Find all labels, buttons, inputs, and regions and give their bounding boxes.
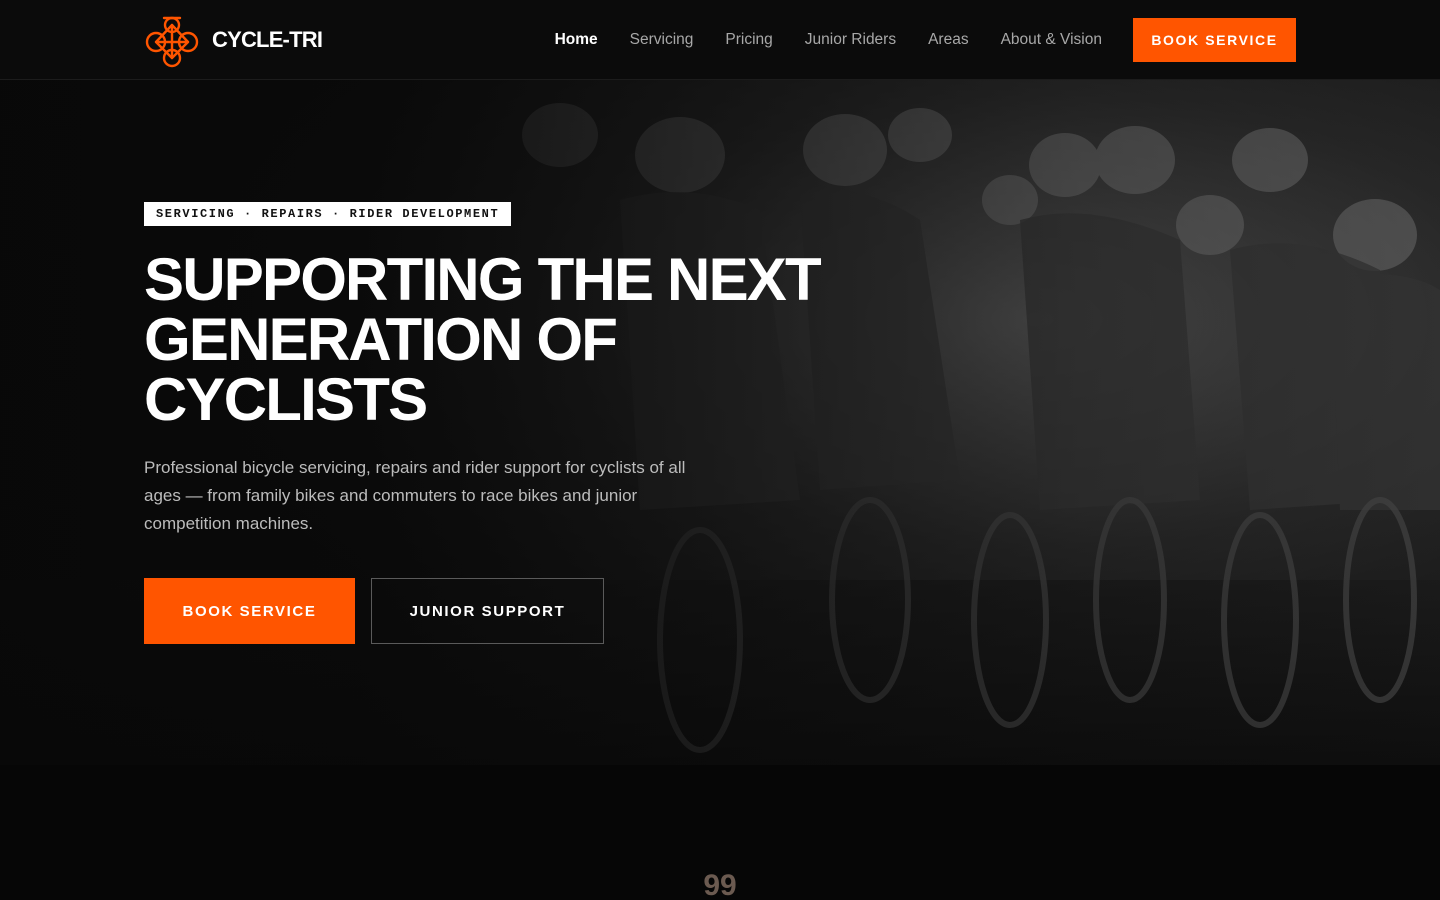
header-book-service-button[interactable]: BOOK SERVICE [1133,18,1296,62]
brand-logo-link[interactable]: CYCLE-TRI [144,12,323,68]
hero-section: SERVICING · REPAIRS · RIDER DEVELOPMENT … [0,80,1440,765]
nav-link-home[interactable]: Home [555,31,598,49]
hero-book-service-button[interactable]: BOOK SERVICE [144,578,355,644]
hero-tagline: SERVICING · REPAIRS · RIDER DEVELOPMENT [144,202,512,226]
nav-link-junior-riders[interactable]: Junior Riders [805,31,896,49]
nav-link-areas[interactable]: Areas [928,31,969,49]
hero-content: SERVICING · REPAIRS · RIDER DEVELOPMENT … [144,80,904,765]
nav-link-servicing[interactable]: Servicing [630,31,694,49]
hero-headline-line-3: CYCLISTS [144,366,428,433]
main-menu: Home Servicing Pricing Junior Riders Are… [555,0,1102,80]
stat-number: 99 [703,869,737,900]
hero-headline-line-2: GENERATION OF [144,306,618,373]
nav-link-pricing[interactable]: Pricing [725,31,772,49]
hero-headline: SUPPORTING THE NEXT GENERATION OF CYCLIS… [144,250,904,430]
bicycle-logo-icon [145,16,199,68]
junior-support-button[interactable]: JUNIOR SUPPORT [371,578,604,644]
hero-headline-line-1: SUPPORTING THE NEXT [144,246,822,313]
top-navigation: CYCLE-TRI Home Servicing Pricing Junior … [0,0,1440,80]
nav-link-about-vision[interactable]: About & Vision [1001,31,1102,49]
stats-section: 99 [0,765,1440,900]
hero-intro-text: Professional bicycle servicing, repairs … [144,458,686,533]
brand-name: CYCLE-TRI [212,27,323,52]
